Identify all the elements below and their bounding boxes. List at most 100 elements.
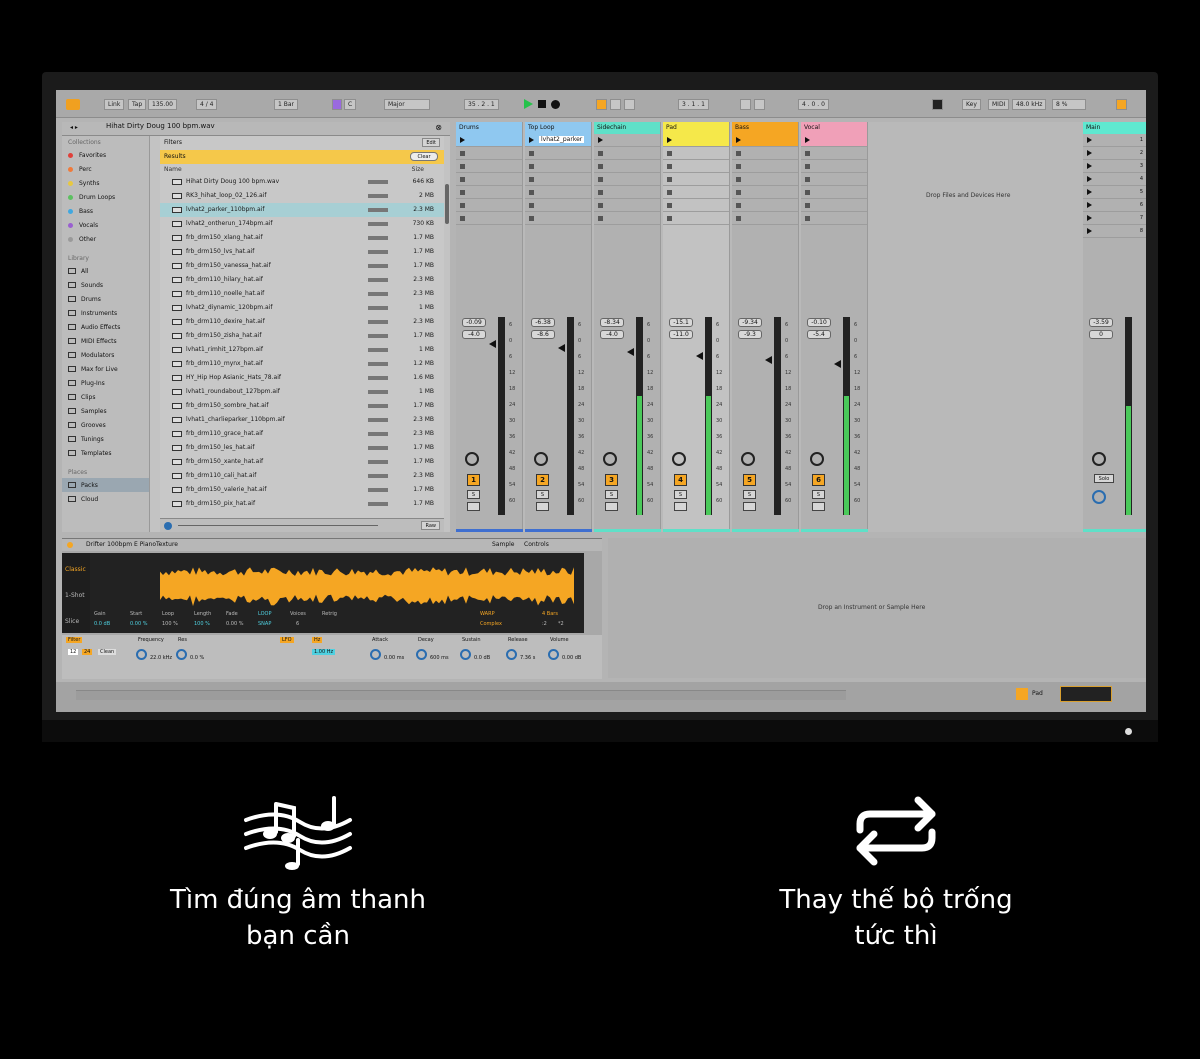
main-header[interactable]: Main [1083,122,1146,134]
filter-toggle[interactable]: Filter [66,637,83,643]
clip-stop-icon[interactable] [805,151,810,156]
fader-thumb[interactable] [834,360,841,368]
clear-button[interactable]: Clear [410,152,438,161]
clip-slot[interactable] [801,186,867,199]
double-button[interactable]: *2 [558,621,564,627]
record-icon[interactable] [551,100,560,109]
arm-button[interactable] [536,502,549,511]
clip-stop-icon[interactable] [667,177,672,182]
collection-item[interactable]: Favorites [62,148,149,162]
key-map-button[interactable]: Key [962,99,981,110]
clip-stop-icon[interactable] [805,177,810,182]
library-item[interactable]: Clips [62,390,149,404]
clip-slot[interactable] [663,160,729,173]
arm-button[interactable] [812,502,825,511]
automation-arm-icon[interactable] [596,99,607,110]
clip-stop-icon[interactable] [667,203,672,208]
clip-slot[interactable] [594,212,660,225]
library-item[interactable]: Sounds [62,278,149,292]
fader-thumb[interactable] [765,356,772,364]
pan-field[interactable]: -8.6 [531,330,555,339]
clip-stop-icon[interactable] [736,164,741,169]
scene-launch[interactable]: 2 [1083,147,1146,160]
tempo-field[interactable]: 135.00 [148,99,177,110]
file-row[interactable]: RK3_hihat_loop_02_126.aif 2 MB [160,189,444,203]
file-row[interactable]: Hihat Dirty Doug 100 bpm.wav 646 KB [160,175,444,189]
track-activator[interactable]: 2 [536,474,549,486]
library-item[interactable]: All [62,264,149,278]
arm-button[interactable] [467,502,480,511]
pan-knob[interactable] [603,452,617,466]
clip-stop-icon[interactable] [805,203,810,208]
clip-slot[interactable] [525,199,591,212]
track-header[interactable]: Vocal [801,122,867,134]
file-row[interactable]: lvhat2_diynamic_120bpm.aif 1 MB [160,301,444,315]
clip-stop-icon[interactable] [460,177,465,182]
file-row[interactable]: lvhat1_rimhit_127bpm.aif 1 MB [160,343,444,357]
file-row[interactable]: HY_Hip Hop Asianic_Hats_78.aif 1.6 MB [160,371,444,385]
scene-play-icon[interactable] [1087,176,1092,182]
clip-slot[interactable] [663,147,729,160]
volume-field[interactable]: -6.38 [531,318,555,327]
gain-value[interactable]: 0.0 dB [94,621,110,627]
clip-stop-icon[interactable] [529,190,534,195]
scene-play-icon[interactable] [1087,215,1092,221]
library-item[interactable]: Grooves [62,418,149,432]
bars-value[interactable]: 4 Bars [542,611,558,617]
clip-slot[interactable] [456,173,522,186]
sustain-knob[interactable] [460,649,471,660]
clip-stop-icon[interactable] [667,151,672,156]
clip-stop-icon[interactable] [736,216,741,221]
freq-knob[interactable] [136,649,147,660]
clip-slot[interactable] [594,147,660,160]
clip-slot[interactable] [663,173,729,186]
clip-slot[interactable] [525,147,591,160]
bar-length-select[interactable]: 1 Bar [274,99,298,110]
solo-button[interactable]: S [536,490,549,499]
file-row[interactable]: frb_drm110_dexire_hat.aif 2.3 MB [160,315,444,329]
clip-slot[interactable] [456,134,522,147]
clip-play-icon[interactable] [805,137,810,143]
clip-slot[interactable] [663,134,729,147]
file-row[interactable]: frb_drm150_pix_hat.aif 1.7 MB [160,497,444,511]
file-row[interactable]: frb_drm150_lvs_hat.aif 1.7 MB [160,245,444,259]
loop-value[interactable]: 100 % [162,621,178,627]
file-row[interactable]: lvhat2_parker_110bpm.aif 2.3 MB [160,203,444,217]
clip-slot[interactable] [801,160,867,173]
status-clip-preview[interactable] [1060,686,1112,702]
clip-stop-icon[interactable] [805,216,810,221]
track-activator[interactable]: 5 [743,474,756,486]
fader-thumb[interactable] [627,348,634,356]
library-item[interactable]: Max for Live [62,362,149,376]
mode-classic[interactable]: Classic [65,567,86,573]
clip-stop-icon[interactable] [529,177,534,182]
mode-slice[interactable]: Slice [65,619,79,625]
clip-slot[interactable] [732,173,798,186]
clip-stop-icon[interactable] [529,216,534,221]
clip-stop-icon[interactable] [598,177,603,182]
library-item[interactable]: MIDI Effects [62,334,149,348]
clip-stop-icon[interactable] [667,164,672,169]
cue-knob[interactable] [1092,490,1106,504]
volume-field[interactable]: -9.34 [738,318,762,327]
loop-length-field[interactable]: 4 . 0 . 0 [798,99,829,110]
place-item[interactable]: Packs [62,478,149,492]
clip-stop-icon[interactable] [736,190,741,195]
clip-stop-icon[interactable] [667,190,672,195]
back-icon[interactable]: ◂ ▸ [70,125,78,131]
clip-stop-icon[interactable] [460,216,465,221]
clip-stop-icon[interactable] [460,203,465,208]
close-icon[interactable]: ⊗ [435,124,442,132]
half-button[interactable]: :2 [542,621,547,627]
clip-slot[interactable] [801,173,867,186]
library-item[interactable]: Plug-Ins [62,376,149,390]
fader-thumb[interactable] [696,352,703,360]
track-activator[interactable]: 1 [467,474,480,486]
clip-slot[interactable]: lvhat2_parker [525,134,591,147]
capture-icon[interactable] [624,99,635,110]
clip-stop-icon[interactable] [529,151,534,156]
res-knob[interactable] [176,649,187,660]
library-item[interactable]: Modulators [62,348,149,362]
file-row[interactable]: frb_drm150_zisha_hat.aif 1.7 MB [160,329,444,343]
clip-stop-icon[interactable] [736,177,741,182]
